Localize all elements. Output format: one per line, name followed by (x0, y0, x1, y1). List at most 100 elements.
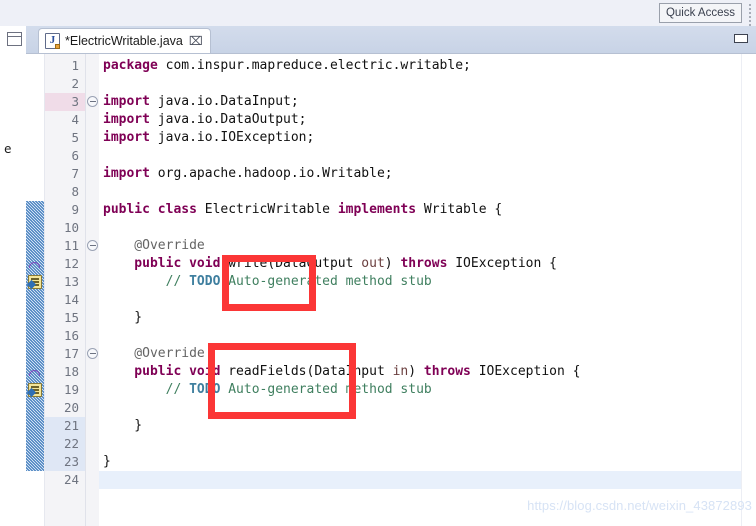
code-token-kw: import (103, 130, 150, 145)
minimize-view-icon[interactable] (734, 34, 748, 43)
line-number: 13 (63, 274, 79, 289)
code-line[interactable]: public void readFields(DataInput in) thr… (103, 363, 580, 381)
code-line[interactable]: import java.io.DataInput; (103, 93, 299, 111)
quick-access-field[interactable]: Quick Access (658, 3, 742, 23)
eclipse-ide-window: Quick Access e J *ElectricWritable.java … (0, 0, 756, 526)
editor-area: J *ElectricWritable.java ⌧ 1 2 3 4 5 6 7 8 9 10 11… (26, 26, 756, 526)
line-number: 10 (63, 220, 79, 235)
code-token-cmt: Auto-generated method stub (220, 274, 432, 289)
code-token-plain: Writable { (416, 202, 503, 217)
line-number: 14 (63, 292, 79, 307)
line-number: 18 (63, 364, 79, 379)
fold-collapse-icon[interactable] (87, 348, 98, 359)
line-number: 22 (63, 436, 79, 451)
code-token-plain: ElectricWritable (196, 202, 338, 217)
line-number: 6 (71, 148, 79, 163)
code-token-kw: throws (400, 256, 448, 271)
code-line[interactable]: @Override (103, 237, 205, 255)
line-number: 7 (71, 166, 79, 181)
line-number: 24 (63, 472, 79, 487)
close-tab-icon[interactable]: ⌧ (188, 35, 203, 47)
code-token-prm: out (361, 256, 385, 271)
code-token-plain: } (103, 310, 143, 325)
code-token-plain: ) (384, 256, 401, 271)
code-token-todo: TODO (189, 382, 221, 397)
code-editor[interactable]: 1 2 3 4 5 6 7 8 9 10 11 12 13 14 15 16 17 18 19 20 21 22 23 24 … (26, 53, 756, 526)
line-number: 16 (63, 328, 79, 343)
todo-task-icon[interactable] (28, 383, 42, 397)
override-method-icon[interactable] (28, 365, 42, 379)
code-token-cmt: // (103, 382, 190, 397)
line-number: 20 (63, 400, 79, 415)
code-token-plain: com.inspur.mapreduce.electric.writable; (157, 58, 471, 73)
code-token-plain: } (103, 418, 143, 433)
fast-view-bar: e (0, 26, 27, 526)
code-token-plain: org.apache.hadoop.io.Writable; (149, 166, 393, 181)
code-line[interactable]: public void write(DataOutput out) throws… (103, 255, 557, 273)
code-line[interactable]: @Override (103, 345, 205, 363)
code-token-plain: write(DataOutput (220, 256, 362, 271)
restore-view-icon[interactable] (7, 32, 22, 46)
code-token-kw: public class (103, 202, 197, 217)
line-number: 23 (63, 454, 79, 469)
code-text-surface[interactable]: package com.inspur.mapreduce.electric.wr… (99, 54, 756, 526)
line-number: 15 (63, 310, 79, 325)
fold-collapse-icon[interactable] (87, 240, 98, 251)
fold-collapse-icon[interactable] (87, 96, 98, 107)
line-number: 4 (71, 112, 79, 127)
line-number: 21 (63, 418, 79, 433)
overview-ruler[interactable] (741, 54, 756, 526)
line-number: 11 (63, 238, 79, 253)
code-token-cmt: // (103, 274, 190, 289)
code-token-plain: readFields(DataInput (220, 364, 393, 379)
todo-task-icon[interactable] (28, 275, 42, 289)
line-number: 9 (71, 202, 79, 217)
changed-line-indicator (45, 93, 85, 111)
code-token-kw: import (103, 112, 150, 127)
line-number: 19 (63, 382, 79, 397)
code-token-prm: in (392, 364, 409, 379)
code-token-cmt: Auto-generated method stub (220, 382, 432, 397)
code-token-todo: TODO (189, 274, 221, 289)
line-number: 1 (71, 58, 79, 73)
folding-ruler[interactable] (86, 54, 99, 526)
code-line[interactable]: import java.io.IOException; (103, 129, 314, 147)
code-token-ann: @Override (103, 238, 205, 253)
line-number: 2 (71, 76, 79, 91)
code-line[interactable]: import org.apache.hadoop.io.Writable; (103, 165, 393, 183)
java-file-icon: J (45, 33, 60, 49)
annotation-ruler[interactable] (26, 54, 45, 526)
code-token-kw: package (103, 58, 158, 73)
code-token-kw: import (103, 166, 150, 181)
code-token-plain: java.io.DataOutput; (149, 112, 307, 127)
code-token-kw: throws (423, 364, 471, 379)
code-token-plain: ) (408, 364, 424, 379)
code-line[interactable]: public class ElectricWritable implements… (103, 201, 502, 219)
code-line[interactable]: import java.io.DataOutput; (103, 111, 307, 129)
code-line[interactable]: } (103, 309, 142, 327)
code-line[interactable]: // TODO Auto-generated method stub (103, 273, 432, 291)
line-number: 3 (71, 94, 79, 109)
line-number: 12 (63, 256, 79, 271)
code-line[interactable]: } (103, 453, 111, 471)
code-line[interactable]: package com.inspur.mapreduce.electric.wr… (103, 57, 471, 75)
code-line[interactable]: // TODO Auto-generated method stub (103, 381, 432, 399)
code-token-plain: } (103, 454, 111, 469)
line-number: 5 (71, 130, 79, 145)
code-token-plain: IOException { (470, 364, 581, 379)
line-number: 17 (63, 346, 79, 361)
editor-tab-electricwritable[interactable]: J *ElectricWritable.java ⌧ (38, 28, 211, 53)
line-number: 8 (71, 184, 79, 199)
code-token-plain: IOException { (447, 256, 557, 271)
code-token-plain: java.io.IOException; (149, 130, 315, 145)
code-line[interactable]: } (103, 417, 142, 435)
code-token-kw: public void (103, 256, 221, 271)
watermark-text: https://blog.csdn.net/weixin_43872893 (527, 498, 752, 513)
override-method-icon[interactable] (28, 257, 42, 271)
code-token-kw: implements (337, 202, 417, 217)
code-token-kw: import (103, 94, 150, 109)
editor-tab-folder: J *ElectricWritable.java ⌧ (26, 26, 756, 53)
overflow-dots-icon[interactable] (748, 4, 753, 26)
code-token-ann: @Override (103, 346, 205, 361)
editor-tab-label: *ElectricWritable.java (65, 34, 183, 48)
